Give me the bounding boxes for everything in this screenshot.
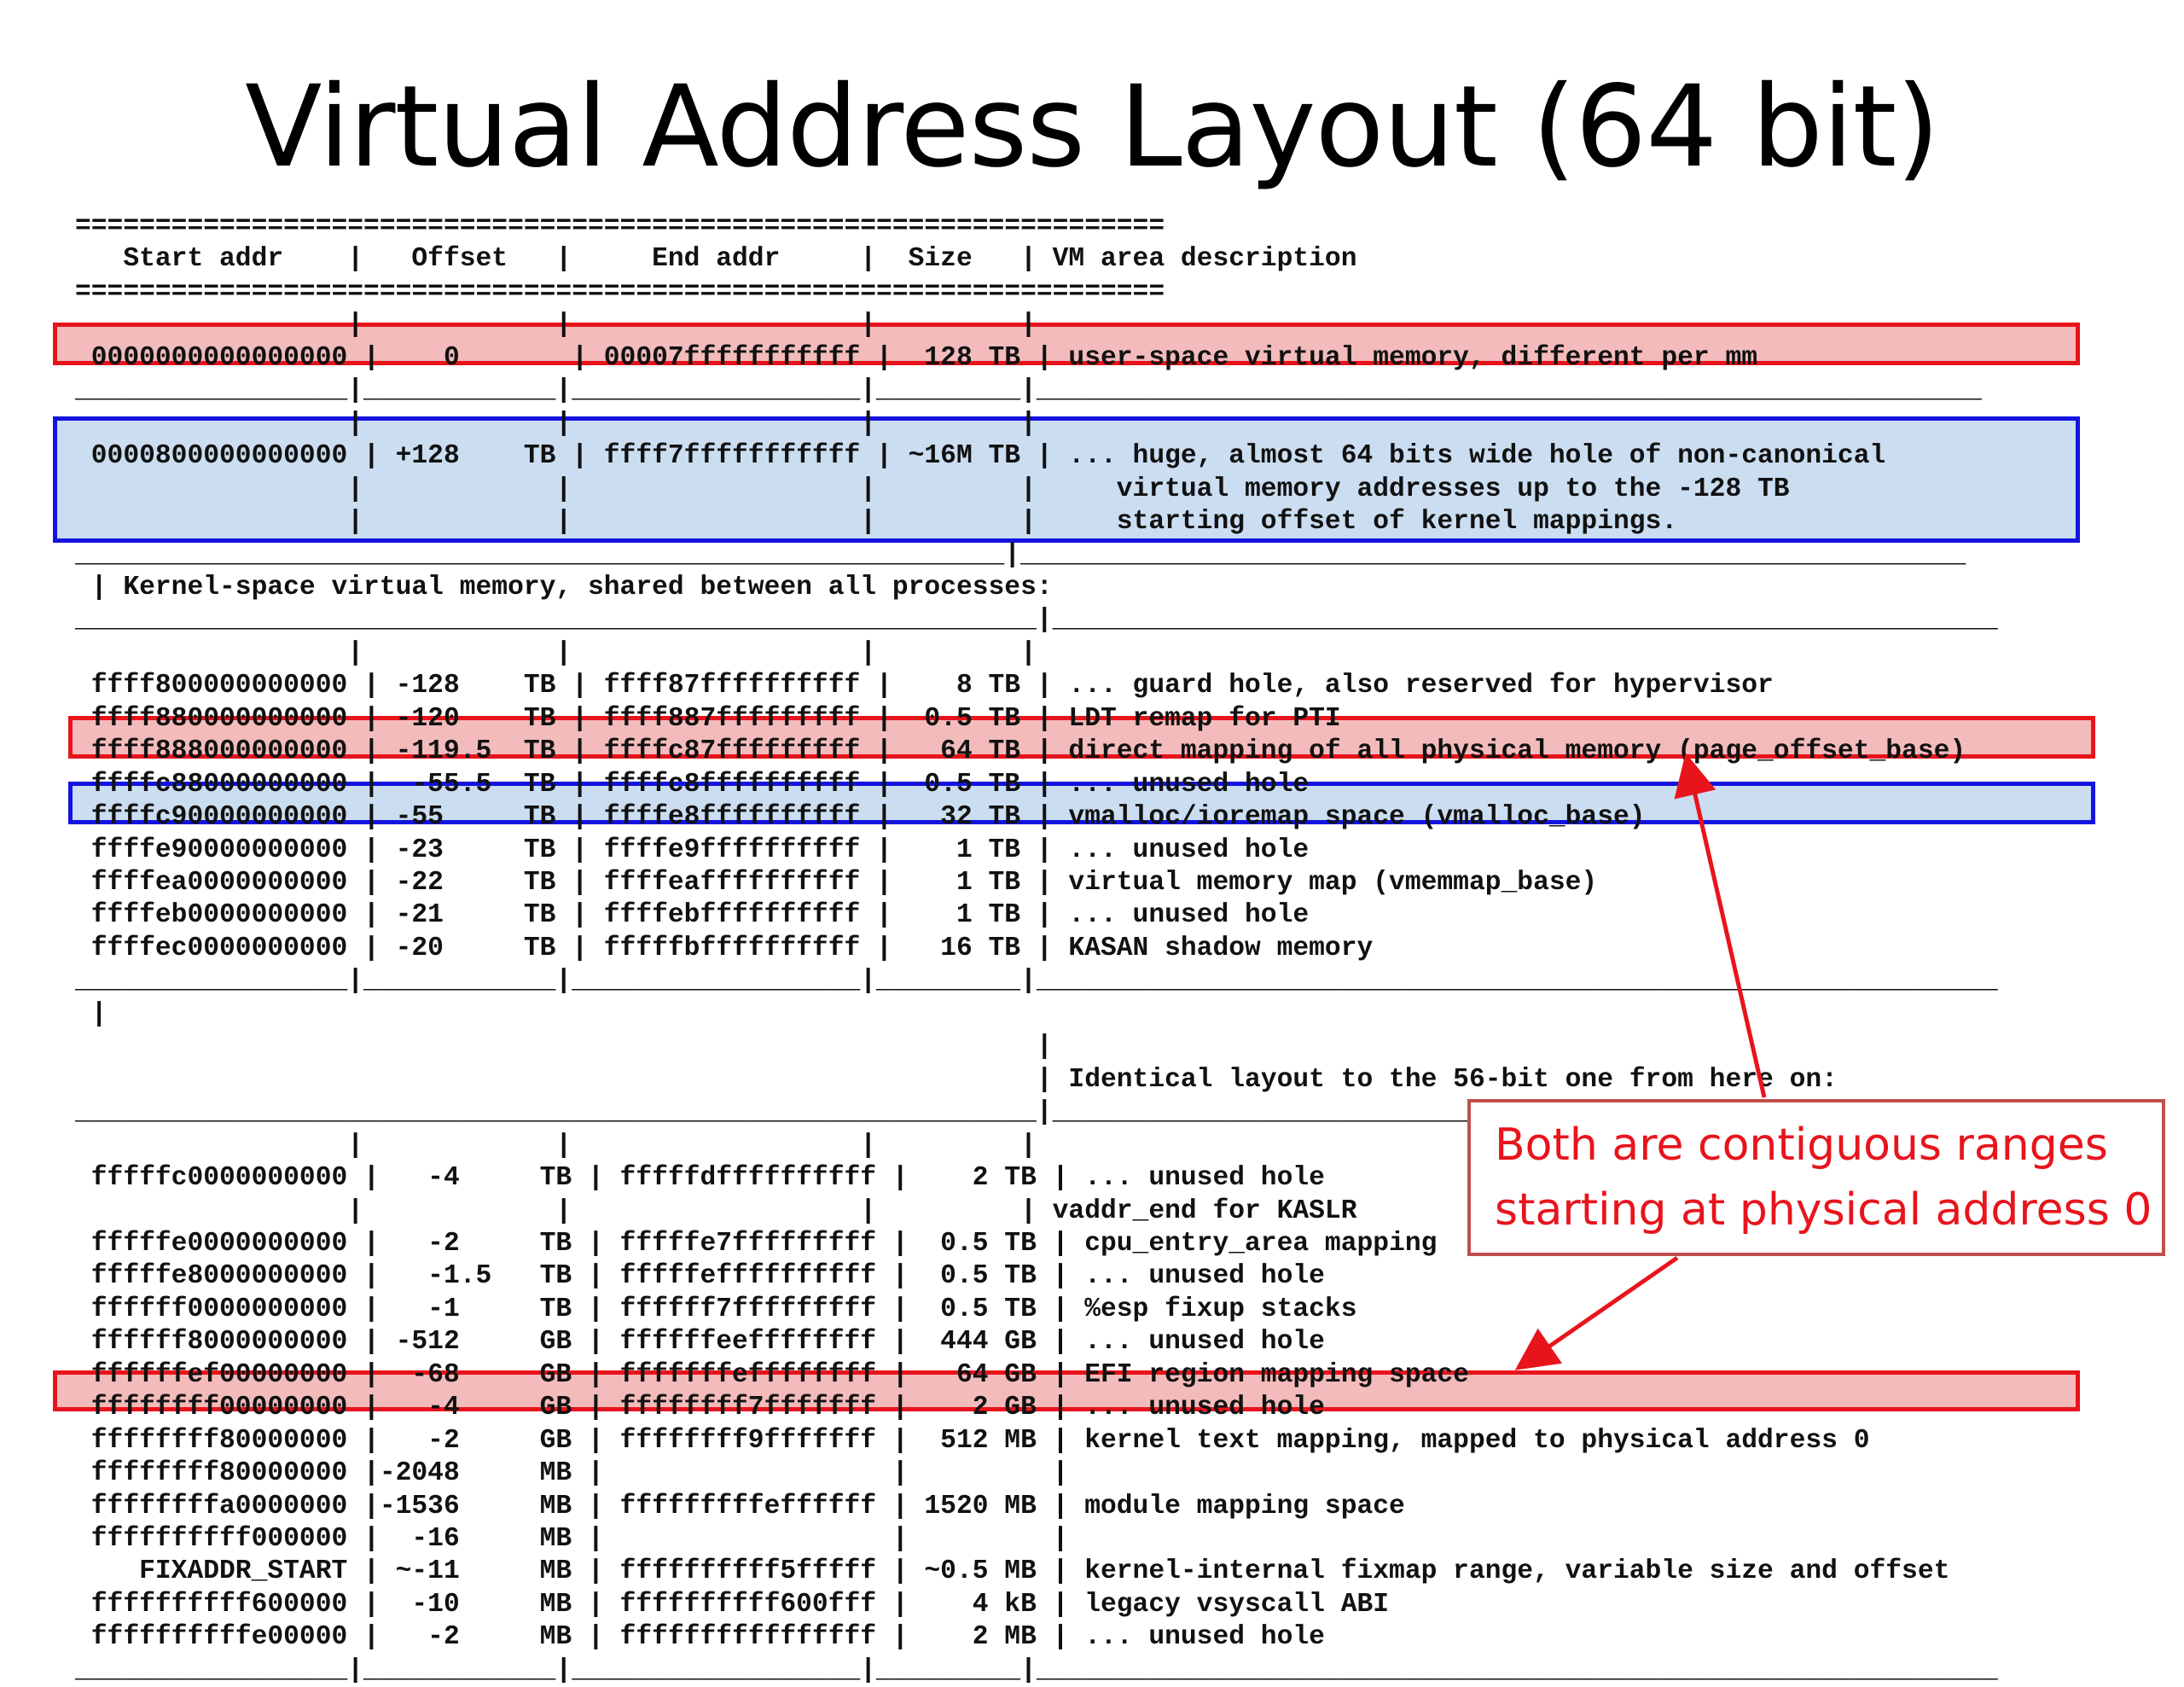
slide: Virtual Address Layout (64 bit) ========… [0, 0, 2184, 1685]
arrow-to-kernel-text [1514, 1255, 1679, 1370]
table-line: _________________|____________|_________… [75, 1655, 1998, 1685]
arrow-to-direct-mapping [1674, 753, 1767, 1098]
callout-arrows [1514, 753, 1767, 1370]
